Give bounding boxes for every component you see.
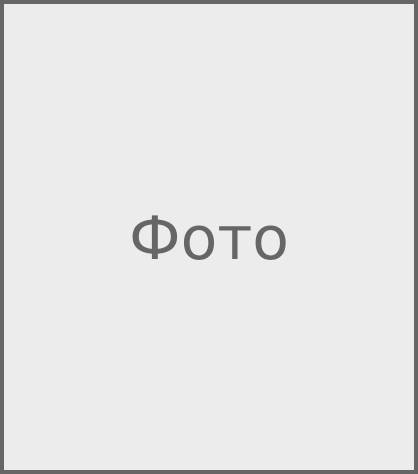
photo-placeholder-label: Фото (128, 204, 290, 274)
photo-placeholder: Фото (0, 0, 418, 474)
